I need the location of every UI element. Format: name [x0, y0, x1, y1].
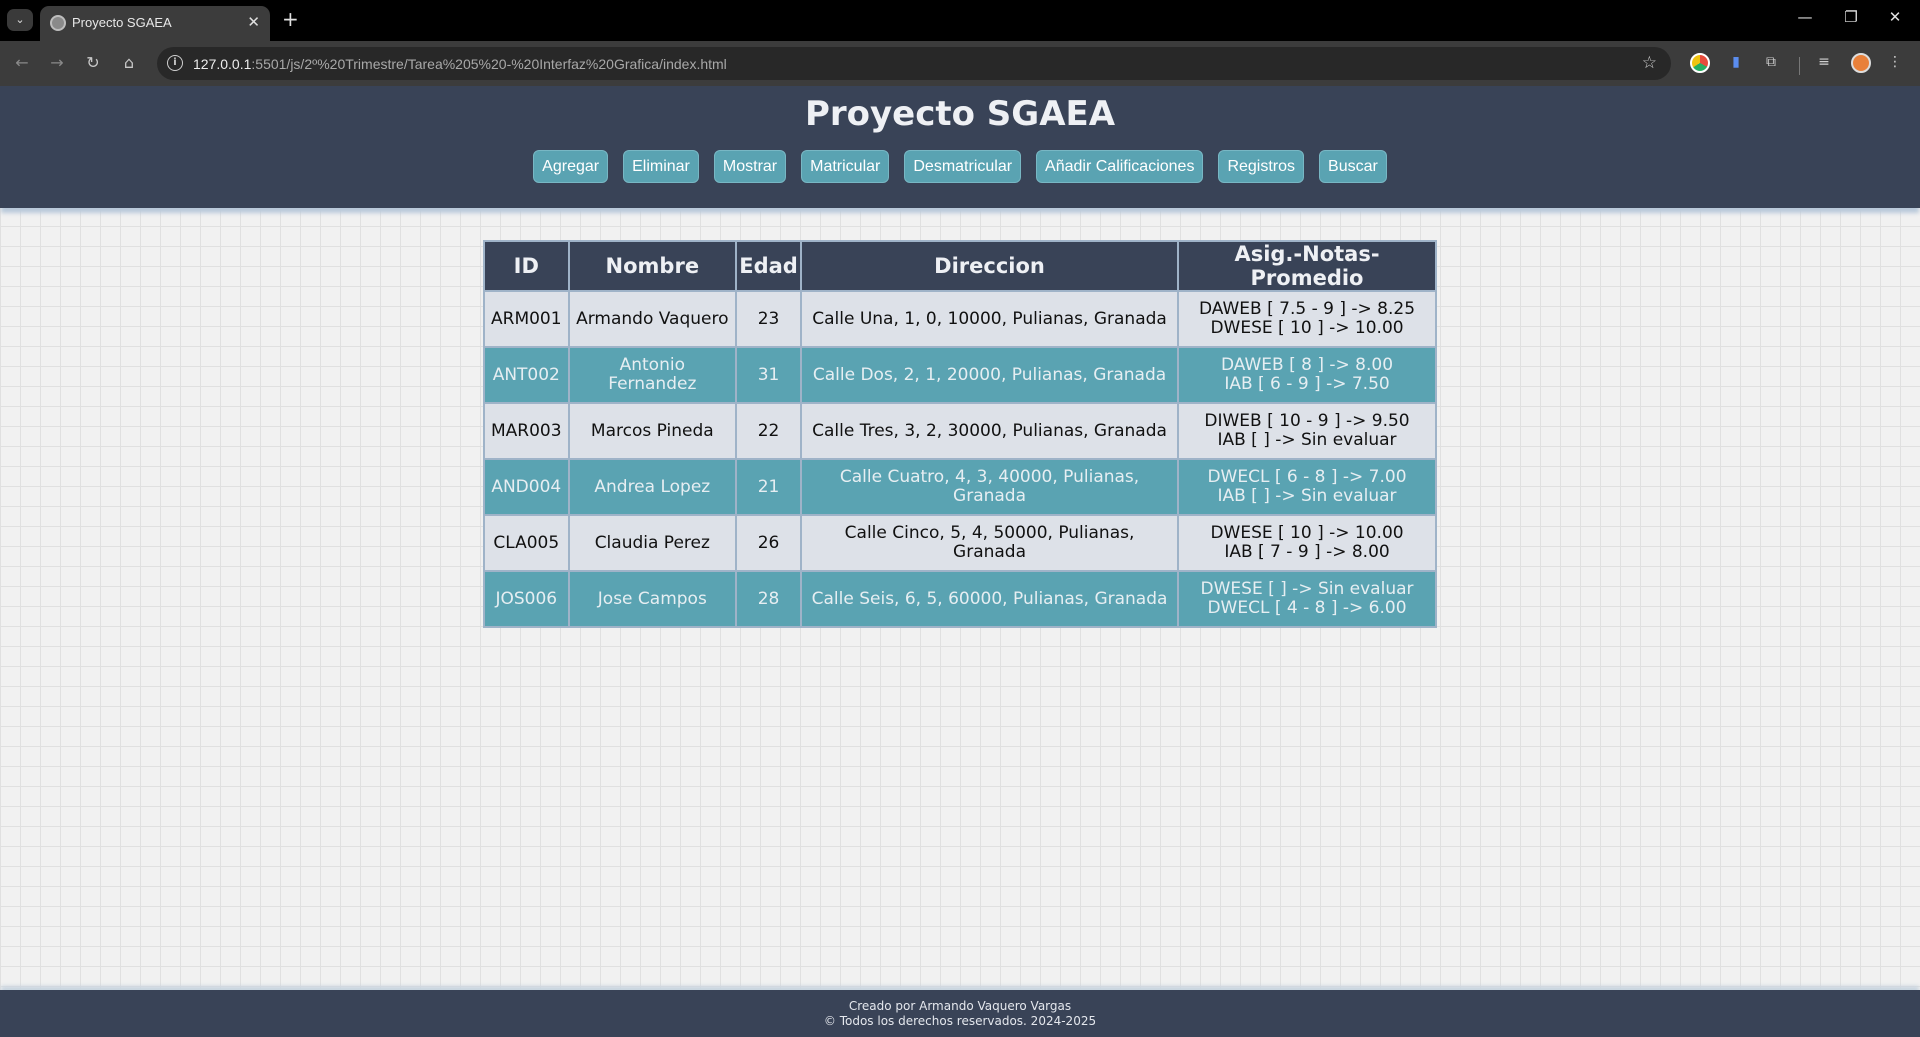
- tab-close-icon[interactable]: ✕: [247, 13, 260, 31]
- column-header-id: ID: [483, 240, 570, 292]
- cell-nombre: Marcos Pineda: [567, 402, 738, 460]
- matricular-button[interactable]: Matricular: [801, 150, 890, 183]
- asig-line: IAB [ ] -> Sin evaluar: [1217, 486, 1397, 506]
- media-icon[interactable]: ≡: [1815, 53, 1833, 71]
- restore-icon[interactable]: ❐: [1828, 8, 1874, 26]
- cell-direccion: Calle Tres, 3, 2, 30000, Pulianas, Grana…: [800, 402, 1180, 460]
- asig-line: IAB [ ] -> Sin evaluar: [1217, 430, 1397, 450]
- tab-list-icon[interactable]: ⌄: [7, 9, 33, 31]
- buscar-button[interactable]: Buscar: [1319, 150, 1387, 183]
- cell-id: AND004: [483, 458, 570, 516]
- cell-direccion: Calle Cinco, 5, 4, 50000, Pulianas, Gran…: [800, 514, 1180, 572]
- desmatricular-button[interactable]: Desmatricular: [904, 150, 1022, 183]
- back-icon[interactable]: ←: [10, 51, 34, 75]
- table-row: MAR003 Marcos Pineda 22 Calle Tres, 3, 2…: [483, 402, 1437, 460]
- profile-icon[interactable]: [1851, 53, 1871, 73]
- address-bar[interactable]: i 127.0.0.1:5501/js/2º%20Trimestre/Tarea…: [157, 47, 1671, 80]
- table-row: CLA005 Claudia Perez 26 Calle Cinco, 5, …: [483, 514, 1437, 572]
- reload-icon[interactable]: ↻: [81, 51, 105, 75]
- cell-id: MAR003: [483, 402, 570, 460]
- cell-asignaturas: DWESE [ ] -> Sin evaluar DWECL [ 4 - 8 ] …: [1177, 570, 1437, 628]
- cell-edad: 23: [735, 290, 803, 348]
- cell-asignaturas: DWECL [ 6 - 8 ] -> 7.00 IAB [ ] -> Sin ev…: [1177, 458, 1437, 516]
- toolbar-separator: [1799, 57, 1800, 75]
- cell-nombre: Claudia Perez: [567, 514, 738, 572]
- cell-edad: 28: [735, 570, 803, 628]
- url-text: 127.0.0.1:5501/js/2º%20Trimestre/Tarea%2…: [193, 56, 727, 72]
- cell-nombre: Antonio Fernandez: [567, 346, 738, 404]
- table-row: AND004 Andrea Lopez 21 Calle Cuatro, 4, …: [483, 458, 1437, 516]
- asig-line: DWECL [ 4 - 8 ] -> 6.00: [1207, 598, 1407, 618]
- forward-icon[interactable]: →: [45, 51, 69, 75]
- asig-line: DAWEB [ 8 ] -> 8.00: [1220, 355, 1394, 375]
- cell-edad: 31: [735, 346, 803, 404]
- asig-line: DIWEB [ 10 - 9 ] -> 9.50: [1204, 411, 1410, 431]
- asig-line: IAB [ 6 - 9 ] -> 7.50: [1224, 374, 1390, 394]
- cell-direccion: Calle Dos, 2, 1, 20000, Pulianas, Granad…: [800, 346, 1180, 404]
- cell-id: CLA005: [483, 514, 570, 572]
- mostrar-button[interactable]: Mostrar: [713, 150, 787, 183]
- tab-favicon-icon: [50, 15, 66, 31]
- browser-tab-bar: ⌄ Proyecto SGAEA ✕ + — ❐ ✕: [0, 0, 1920, 41]
- extension-icon[interactable]: ⧉: [1762, 53, 1780, 71]
- agregar-button[interactable]: Agregar: [533, 150, 609, 183]
- home-icon[interactable]: ⌂: [117, 51, 141, 75]
- asig-line: DWESE [ ] -> Sin evaluar: [1200, 579, 1414, 599]
- asig-line: DWECL [ 6 - 8 ] -> 7.00: [1207, 467, 1407, 487]
- cell-asignaturas: DIWEB [ 10 - 9 ] -> 9.50 IAB [ ] -> Sin e…: [1177, 402, 1437, 460]
- asig-line: DWESE [ 10 ] -> 10.00: [1210, 318, 1404, 338]
- column-header-direccion: Direccion: [800, 240, 1180, 292]
- cell-direccion: Calle Seis, 6, 5, 60000, Pulianas, Grana…: [800, 570, 1180, 628]
- page-title: Proyecto SGAEA: [804, 94, 1116, 134]
- cell-nombre: Jose Campos: [567, 570, 738, 628]
- asig-line: DWESE [ 10 ] -> 10.00: [1210, 523, 1404, 543]
- students-table-container: ID Nombre Edad Direccion Asig.-Notas-Pro…: [483, 240, 1437, 628]
- asig-line: IAB [ 7 - 9 ] -> 8.00: [1224, 542, 1390, 562]
- footer-credit: Creado por Armando Vaquero Vargas: [848, 999, 1072, 1013]
- cell-direccion: Calle Una, 1, 0, 10000, Pulianas, Granad…: [800, 290, 1180, 348]
- table-row: ANT002 Antonio Fernandez 31 Calle Dos, 2…: [483, 346, 1437, 404]
- extension-doc-icon[interactable]: ▮: [1727, 53, 1745, 71]
- url-path: :5501/js/2º%20Trimestre/Tarea%205%20-%20…: [251, 56, 727, 72]
- column-header-nombre: Nombre: [567, 240, 738, 292]
- footer-copyright: © Todos los derechos reservados. 2024-20…: [823, 1014, 1097, 1028]
- bookmark-star-icon[interactable]: ☆: [1642, 53, 1657, 73]
- cell-nombre: Armando Vaquero: [567, 290, 738, 348]
- close-window-icon[interactable]: ✕: [1872, 8, 1918, 26]
- page-content: Proyecto SGAEA Agregar Eliminar Mostrar …: [0, 86, 1920, 1037]
- asig-line: DAWEB [ 7.5 - 9 ] -> 8.25: [1199, 299, 1416, 319]
- site-header: Proyecto SGAEA Agregar Eliminar Mostrar …: [0, 86, 1920, 208]
- minimize-icon[interactable]: —: [1782, 8, 1828, 26]
- table-header-row: ID Nombre Edad Direccion Asig.-Notas-Pro…: [483, 240, 1437, 292]
- browser-tab[interactable]: Proyecto SGAEA ✕: [40, 6, 270, 41]
- site-footer: Creado por Armando Vaquero Vargas © Todo…: [0, 990, 1920, 1037]
- cell-edad: 22: [735, 402, 803, 460]
- cell-asignaturas: DAWEB [ 7.5 - 9 ] -> 8.25 DWESE [ 10 ] ->…: [1177, 290, 1437, 348]
- extension-color-icon[interactable]: [1690, 53, 1710, 73]
- eliminar-button[interactable]: Eliminar: [623, 150, 699, 183]
- url-host: 127.0.0.1: [193, 56, 252, 72]
- table-row: JOS006 Jose Campos 28 Calle Seis, 6, 5, …: [483, 570, 1437, 628]
- registros-button[interactable]: Registros: [1218, 150, 1305, 183]
- anadir-calificaciones-button[interactable]: Añadir Calificaciones: [1036, 150, 1204, 183]
- new-tab-icon[interactable]: +: [282, 7, 299, 31]
- main-nav: Agregar Eliminar Mostrar Matricular Desm…: [0, 150, 1920, 183]
- menu-icon[interactable]: ⋮: [1886, 53, 1904, 71]
- cell-asignaturas: DAWEB [ 8 ] -> 8.00 IAB [ 6 - 9 ] -> 7.50: [1177, 346, 1437, 404]
- site-info-icon[interactable]: i: [167, 55, 183, 71]
- cell-nombre: Andrea Lopez: [567, 458, 738, 516]
- cell-direccion: Calle Cuatro, 4, 3, 40000, Pulianas, Gra…: [800, 458, 1180, 516]
- cell-id: ANT002: [483, 346, 570, 404]
- cell-edad: 21: [735, 458, 803, 516]
- column-header-asignaturas: Asig.-Notas-Promedio: [1177, 240, 1437, 292]
- cell-edad: 26: [735, 514, 803, 572]
- cell-id: ARM001: [483, 290, 570, 348]
- cell-id: JOS006: [483, 570, 570, 628]
- tab-title: Proyecto SGAEA: [72, 15, 172, 30]
- cell-asignaturas: DWESE [ 10 ] -> 10.00 IAB [ 7 - 9 ] -> 8.…: [1177, 514, 1437, 572]
- browser-toolbar: ← → ↻ ⌂ i 127.0.0.1:5501/js/2º%20Trimest…: [0, 41, 1920, 86]
- students-table: ID Nombre Edad Direccion Asig.-Notas-Pro…: [483, 240, 1437, 628]
- table-row: ARM001 Armando Vaquero 23 Calle Una, 1, …: [483, 290, 1437, 348]
- column-header-edad: Edad: [735, 240, 803, 292]
